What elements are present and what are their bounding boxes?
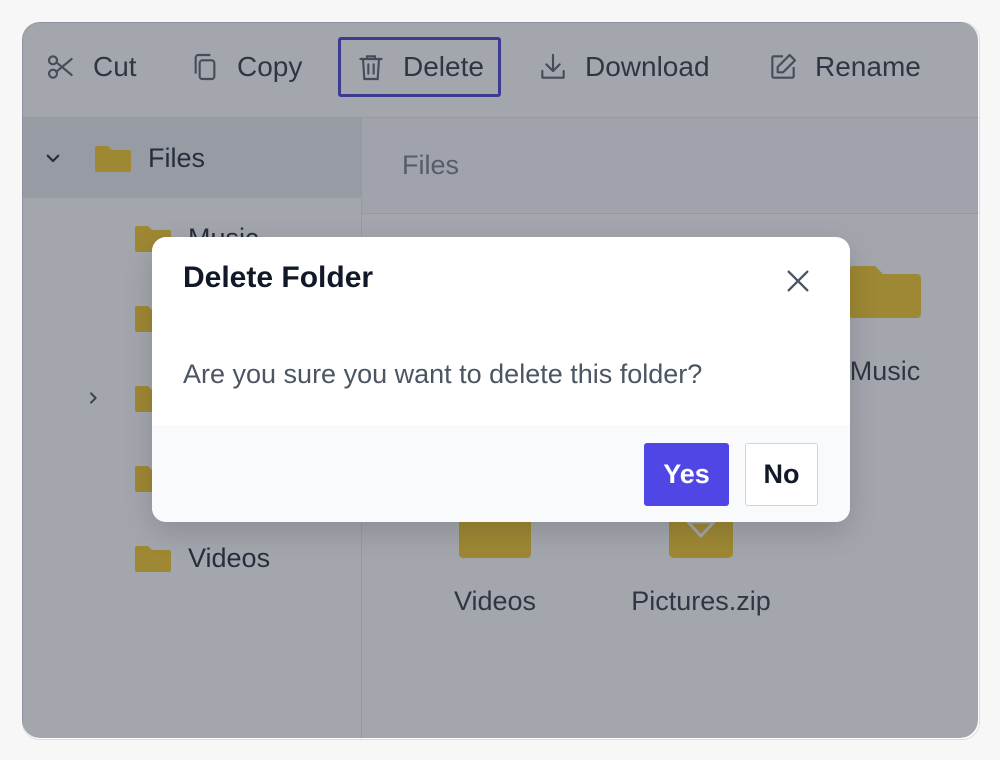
close-icon[interactable]	[784, 267, 812, 295]
dialog-footer: Yes No	[152, 425, 850, 522]
dialog-title: Delete Folder	[183, 261, 374, 294]
yes-button[interactable]: Yes	[644, 443, 729, 506]
delete-folder-dialog: Delete Folder Are you sure you want to d…	[152, 237, 850, 522]
no-button[interactable]: No	[745, 443, 818, 506]
dialog-message: Are you sure you want to delete this fol…	[183, 359, 703, 389]
